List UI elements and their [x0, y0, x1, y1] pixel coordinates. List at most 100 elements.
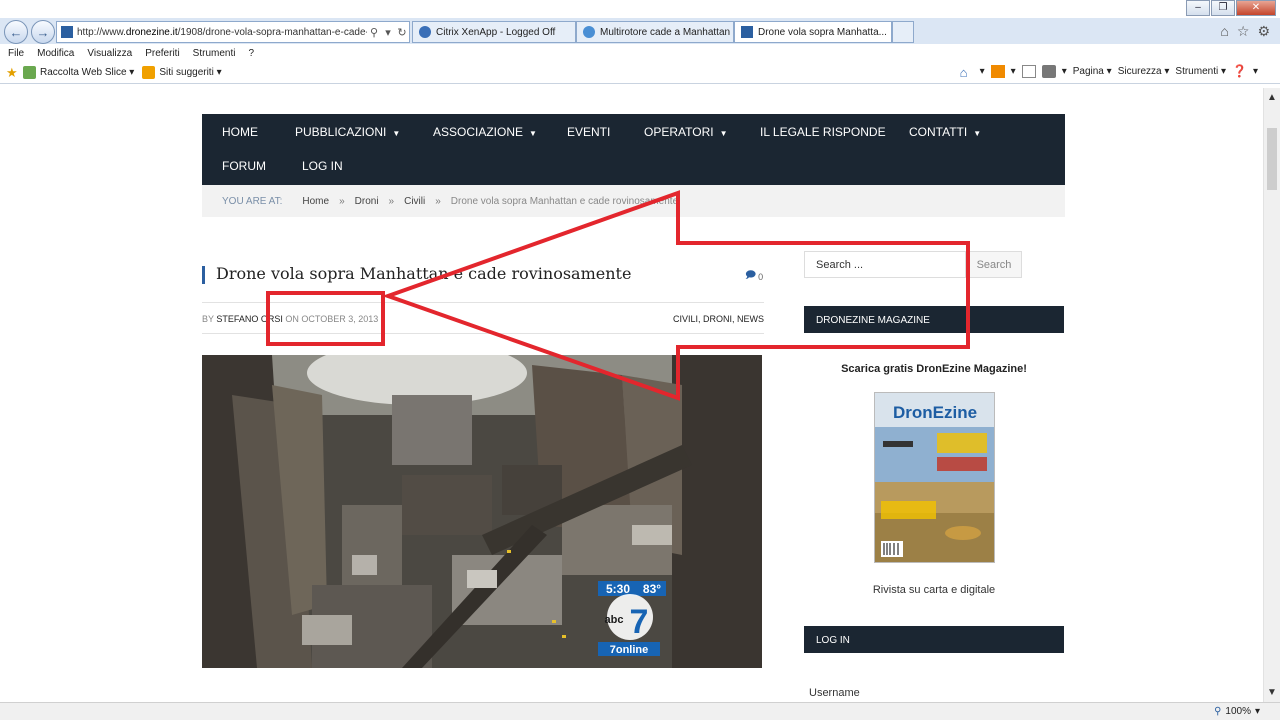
scroll-down-icon[interactable]: ▼ — [1267, 687, 1277, 698]
divider — [202, 333, 764, 334]
chevron-down-icon: ▼ — [392, 129, 401, 138]
tab-citrix[interactable]: Citrix XenApp - Logged Off — [412, 21, 576, 43]
site-favicon-icon — [61, 26, 73, 38]
url-domain: dronezine.it — [125, 26, 178, 38]
nav-home[interactable]: HOME — [222, 125, 258, 139]
sidebar-search-button[interactable]: Search — [966, 251, 1022, 278]
nav-contatti[interactable]: CONTATTI ▼ — [909, 125, 981, 139]
fav-label: Raccolta Web Slice — [40, 67, 127, 78]
post-categories: CIVILI, DRONI, NEWS — [672, 314, 764, 324]
tools-menu[interactable]: Strumenti ▾ — [1175, 66, 1226, 77]
page-menu-label: Pagina — [1072, 65, 1104, 77]
print-dropdown-icon[interactable]: ▾ — [1062, 66, 1067, 77]
url-prefix: http://www. — [77, 26, 126, 38]
rss-dropdown-icon[interactable]: ▾ — [1011, 66, 1016, 77]
settings-gear-icon[interactable]: ⚙ — [1257, 23, 1270, 40]
scroll-up-icon[interactable]: ▲ — [1267, 92, 1277, 103]
site-favicon-icon — [741, 26, 753, 38]
web-slice-icon — [23, 66, 36, 79]
address-bar[interactable]: http://www.dronezine.it/1908/drone-vola-… — [56, 21, 410, 43]
nav-label: FORUM — [222, 159, 266, 173]
featured-video-frame[interactable]: 5:30 83° 7 abc 7online — [202, 355, 762, 668]
network-label: abc — [605, 614, 624, 626]
forward-button[interactable]: → — [31, 20, 55, 44]
mail-icon[interactable] — [1021, 64, 1036, 78]
menu-file[interactable]: File — [8, 48, 24, 59]
post-author[interactable]: STEFANO ORSI — [216, 314, 283, 324]
category-news[interactable]: NEWS — [737, 314, 764, 324]
nav-label: HOME — [222, 125, 258, 139]
breadcrumb-droni[interactable]: Droni — [355, 196, 379, 207]
login-widget-heading: LOG IN — [804, 626, 1064, 653]
help-icon[interactable]: ❓ — [1232, 64, 1247, 78]
nav-il-legale-risponde[interactable]: IL LEGALE RISPONDE — [760, 125, 886, 139]
chevron-down-icon: ▼ — [529, 129, 537, 138]
breadcrumb-current: Drone vola sopra Manhattan e cade rovino… — [450, 195, 679, 207]
refresh-icon[interactable]: ↻ — [395, 26, 409, 39]
address-dropdown-icon[interactable]: ▾ — [381, 26, 395, 39]
nav-pubblicazioni[interactable]: PUBBLICAZIONI ▼ — [295, 125, 400, 139]
help-dropdown-icon[interactable]: ▾ — [1253, 66, 1258, 77]
magazine-widget-heading: DRONEZINE MAGAZINE — [804, 306, 1064, 333]
home-icon[interactable]: ⌂ — [1220, 23, 1228, 40]
sidebar-search-input[interactable]: Search ... — [804, 251, 966, 278]
nav-eventi[interactable]: EVENTI — [567, 125, 610, 139]
safety-menu[interactable]: Sicurezza ▾ — [1118, 66, 1170, 77]
breadcrumb-separator: » — [435, 195, 441, 207]
breadcrumb-civili[interactable]: Civili — [404, 196, 425, 207]
page-menu[interactable]: Pagina ▾ — [1073, 66, 1112, 77]
overlay-temp: 83° — [643, 582, 661, 596]
chevron-down-icon: ▼ — [719, 129, 728, 138]
tools-menu-label: Strumenti — [1175, 65, 1219, 77]
breadcrumb-home[interactable]: Home — [302, 196, 329, 207]
url-path: /1908/drone-vola-sopra-manhattan-e-cade- — [177, 26, 367, 38]
print-icon[interactable] — [1041, 64, 1056, 78]
category-droni[interactable]: DRONI — [703, 314, 732, 324]
menu-preferiti[interactable]: Preferiti — [145, 48, 179, 59]
forward-arrow-icon: → — [36, 24, 50, 40]
home-icon[interactable]: ⌂ — [960, 65, 974, 80]
tab-label: Citrix XenApp - Logged Off — [436, 26, 556, 38]
browser-toolbar-icons: ⌂ ☆ ⚙ — [1220, 23, 1270, 40]
back-arrow-icon: ← — [9, 24, 23, 40]
nav-associazione[interactable]: ASSOCIAZIONE ▼ — [433, 125, 537, 139]
window-controls: – ❐ ✕ — [1185, 0, 1276, 16]
menu-bar: File Modifica Visualizza Preferiti Strum… — [0, 44, 1280, 62]
rss-feed-icon[interactable] — [990, 64, 1005, 78]
nav-operatori[interactable]: OPERATORI ▼ — [644, 125, 728, 139]
address-search-icon[interactable]: ⚲ — [367, 26, 381, 39]
fav-suggested-sites[interactable]: Siti suggeriti ▾ — [142, 66, 222, 79]
menu-help[interactable]: ? — [248, 48, 254, 59]
citrix-favicon-icon — [419, 26, 431, 38]
manhattan-aerial-image: 5:30 83° 7 abc 7online — [202, 355, 762, 668]
back-button[interactable]: ← — [4, 20, 28, 44]
close-window-button[interactable]: ✕ — [1236, 0, 1276, 16]
command-bar: ⌂ ▾ ▾ ▾ Pagina ▾ Sicurezza ▾ Strumenti ▾ … — [960, 64, 1258, 80]
favorites-star-icon[interactable]: ★ — [6, 66, 19, 79]
nav-forum[interactable]: FORUM — [222, 159, 266, 173]
divider — [202, 302, 764, 303]
fav-label: Siti suggeriti — [159, 67, 214, 78]
nav-log-in[interactable]: LOG IN — [302, 159, 343, 173]
vertical-scrollbar[interactable]: ▲ ▼ — [1263, 88, 1280, 702]
new-tab-button[interactable] — [892, 21, 914, 43]
address-url[interactable]: http://www.dronezine.it/1908/drone-vola-… — [77, 27, 367, 38]
magazine-cover-image[interactable]: DronEzine — [874, 392, 995, 563]
fav-web-slice[interactable]: Raccolta Web Slice ▾ — [23, 66, 134, 79]
scroll-thumb[interactable] — [1267, 128, 1277, 190]
home-dropdown-icon[interactable]: ▾ — [980, 66, 985, 77]
tab-dronezine[interactable]: Drone vola sopra Manhatta... ✕ — [734, 21, 892, 43]
category-civili[interactable]: CIVILI — [673, 314, 698, 324]
menu-strumenti[interactable]: Strumenti — [193, 48, 236, 59]
minimize-button[interactable]: – — [1186, 0, 1210, 16]
tab-multirotore[interactable]: Multirotore cade a Manhattan ... — [576, 21, 734, 43]
menu-visualizza[interactable]: Visualizza — [87, 48, 132, 59]
favorites-star-icon[interactable]: ☆ — [1237, 23, 1250, 40]
zoom-control[interactable]: ⚲ 100% ▾ — [1214, 706, 1260, 717]
restore-button[interactable]: ❐ — [1211, 0, 1235, 16]
post-meta: BY STEFANO ORSI ON OCTOBER 3, 2013 — [202, 314, 378, 324]
zoom-level: 100% — [1225, 706, 1251, 717]
menu-modifica[interactable]: Modifica — [37, 48, 74, 59]
comments-count[interactable]: 🗩 0 — [745, 268, 763, 285]
nav-label: CONTATTI — [909, 125, 968, 139]
